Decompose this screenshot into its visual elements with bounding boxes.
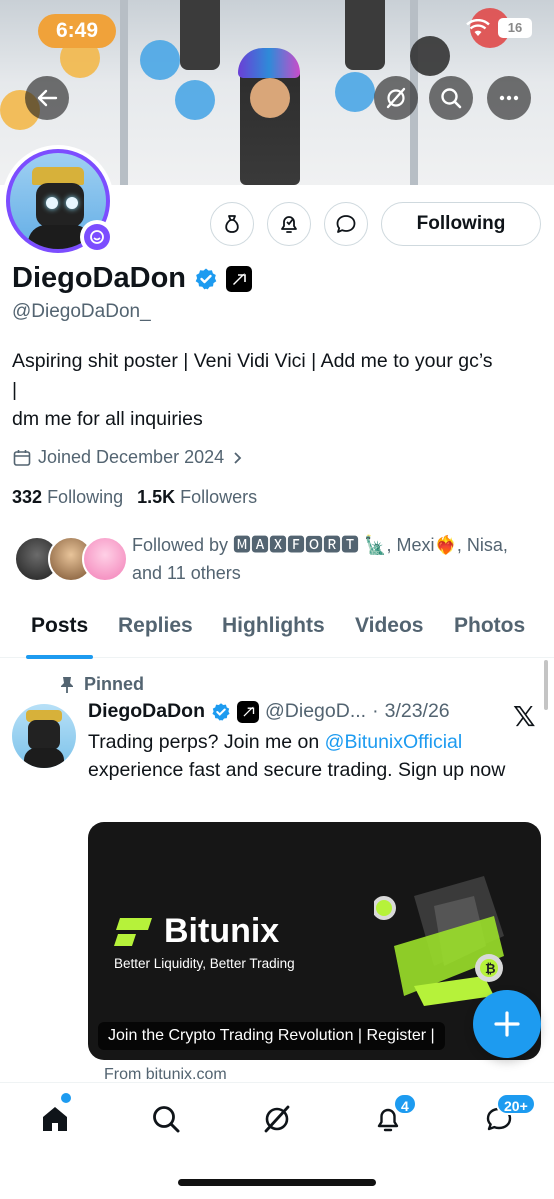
followers-count-link[interactable]: 1.5K Followers xyxy=(137,487,257,508)
profile-tabs: Posts Replies Highlights Videos Photos xyxy=(0,604,554,659)
bio-line: dm me for all inquiries xyxy=(12,408,203,430)
search-button[interactable] xyxy=(429,76,473,120)
affiliate-badge-icon[interactable] xyxy=(226,265,252,292)
card-brand: Bitunix xyxy=(164,912,280,950)
bio-line: Aspiring shit poster | Veni Vidi Vici | … xyxy=(12,350,493,372)
bio-line: | xyxy=(12,379,18,401)
grok-button[interactable] xyxy=(374,76,418,120)
subscription-badge[interactable] xyxy=(80,220,114,254)
verified-badge-icon xyxy=(212,702,230,721)
calendar-icon xyxy=(13,449,31,466)
messages-badge: 20+ xyxy=(496,1093,536,1115)
profile-bio: Aspiring shit poster | Veni Vidi Vici | … xyxy=(12,347,552,434)
nav-search[interactable] xyxy=(146,1099,186,1139)
joined-text: Joined December 2024 xyxy=(38,447,225,467)
plus-icon xyxy=(494,1011,520,1037)
followed-by-more: and 11 others xyxy=(132,563,241,583)
post-text: Trading perps? Join me on @BitunixOffici… xyxy=(88,729,528,784)
home-icon xyxy=(43,1107,67,1131)
tab-posts[interactable]: Posts xyxy=(31,614,88,638)
svg-text:₿: ₿ xyxy=(485,961,496,976)
home-unread-dot xyxy=(61,1093,71,1103)
post-author-avatar[interactable] xyxy=(12,704,76,768)
post-date[interactable]: 3/23/26 xyxy=(385,700,450,723)
joined-date[interactable]: Joined December 2024 xyxy=(12,447,244,468)
tab-videos[interactable]: Videos xyxy=(355,614,423,638)
followed-by-line: Followed by 🅼🅰🆇🅵🅾🆁🆃 🗽, Mexi❤️‍🔥, Nisa, xyxy=(132,535,508,555)
following-label: Following xyxy=(47,487,124,507)
following-count-link[interactable]: 332 Following xyxy=(12,487,123,508)
post-header: DiegoDaDon @DiegoD... · 3/23/26 xyxy=(88,700,450,723)
pinned-text: Pinned xyxy=(84,674,145,694)
search-icon xyxy=(153,1106,180,1133)
post-author-name[interactable]: DiegoDaDon xyxy=(88,700,205,723)
more-button[interactable] xyxy=(487,76,531,120)
following-count: 332 xyxy=(12,487,43,507)
display-name-row: DiegoDaDon xyxy=(12,262,252,295)
following-button[interactable]: Following xyxy=(381,202,541,246)
notifications-badge: 4 xyxy=(393,1093,417,1115)
card-logo: Bitunix xyxy=(114,912,279,951)
tip-button[interactable] xyxy=(210,202,254,246)
wifi-icon xyxy=(466,19,490,36)
profile-handle: @DiegoDaDon_ xyxy=(12,301,151,322)
tab-photos[interactable]: Photos xyxy=(454,614,525,638)
pin-icon xyxy=(61,676,73,693)
display-name: DiegoDaDon xyxy=(12,262,186,294)
status-indicators: 16 xyxy=(466,18,532,38)
meta-separator: · xyxy=(372,700,379,722)
battery-indicator: 16 xyxy=(498,18,532,38)
message-button[interactable] xyxy=(324,202,368,246)
message-bubble-icon xyxy=(336,215,356,233)
card-title: Join the Crypto Trading Revolution | Reg… xyxy=(98,1022,445,1050)
status-time: 6:49 xyxy=(38,14,116,48)
back-button[interactable] xyxy=(25,76,69,120)
money-bag-icon xyxy=(225,215,239,233)
card-tagline: Better Liquidity, Better Trading xyxy=(114,956,295,971)
followers-you-know-avatars[interactable] xyxy=(14,536,128,584)
grok-icon xyxy=(386,87,406,109)
bitunix-logo-icon xyxy=(114,917,152,946)
tab-replies[interactable]: Replies xyxy=(118,614,193,638)
arrow-left-icon xyxy=(37,89,58,107)
notifications-subscribe-button[interactable] xyxy=(267,202,311,246)
pinned-label: Pinned xyxy=(60,674,144,695)
post-mention-link[interactable]: @BitunixOfficial xyxy=(325,731,463,753)
follow-counts: 332 Following 1.5K Followers xyxy=(12,487,257,508)
followed-by-text[interactable]: Followed by 🅼🅰🆇🅵🅾🆁🆃 🗽, Mexi❤️‍🔥, Nisa, a… xyxy=(132,531,542,587)
grok-icon xyxy=(264,1105,290,1133)
tab-highlights[interactable]: Highlights xyxy=(222,614,325,638)
post-author-handle[interactable]: @DiegoD... xyxy=(265,700,366,723)
affiliate-badge-icon xyxy=(237,700,259,723)
post-text-end: experience fast and secure trading. Sign… xyxy=(88,758,506,781)
post-text-start: Trading perps? Join me on xyxy=(88,731,325,753)
more-icon xyxy=(499,95,519,101)
verified-badge-icon[interactable] xyxy=(194,267,218,291)
bell-check-icon xyxy=(281,216,297,233)
search-icon xyxy=(441,88,462,109)
nav-home[interactable] xyxy=(35,1099,75,1139)
scrollbar[interactable] xyxy=(544,660,548,710)
home-indicator xyxy=(178,1179,376,1186)
chevron-right-icon xyxy=(234,451,242,464)
smile-icon xyxy=(90,230,104,244)
followers-count: 1.5K xyxy=(137,487,176,507)
nav-grok[interactable] xyxy=(257,1099,297,1139)
followers-label: Followers xyxy=(180,487,258,507)
compose-button[interactable] xyxy=(473,990,541,1058)
active-tab-indicator xyxy=(26,655,93,659)
